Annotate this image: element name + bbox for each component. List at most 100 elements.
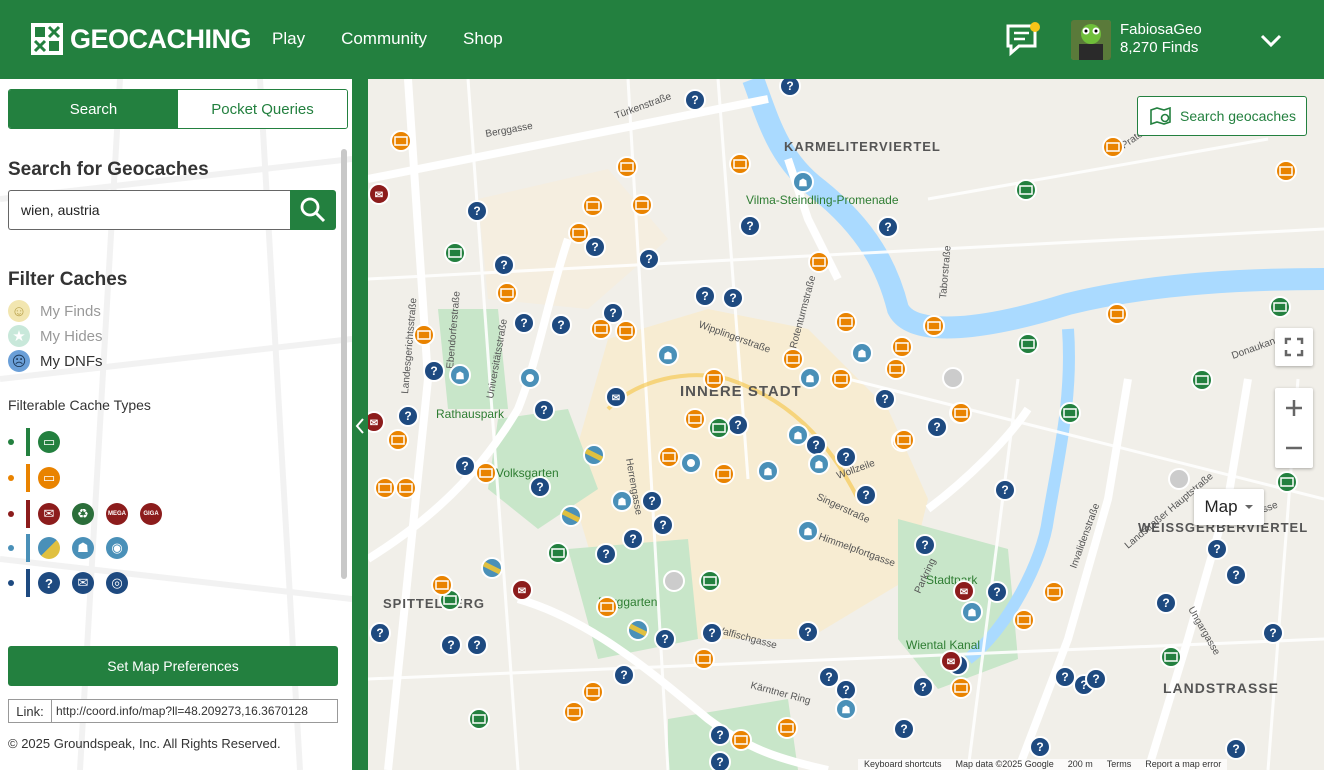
mega-event-icon[interactable]: MEGA: [106, 503, 128, 525]
multi-cache-marker[interactable]: [835, 311, 857, 333]
mystery-cache-marker[interactable]: ?: [1085, 668, 1107, 690]
map-canvas[interactable]: KARMELITERVIERTEL INNERE STADT WEISSGERB…: [368, 79, 1324, 770]
earthcache-marker[interactable]: [560, 505, 582, 527]
webcam-cache-icon[interactable]: ◉: [106, 537, 128, 559]
sidebar-collapse-bar[interactable]: [352, 79, 368, 770]
traditional-cache-marker[interactable]: [1160, 646, 1182, 668]
earthcache-icon[interactable]: [38, 537, 60, 559]
virtual-cache-marker[interactable]: ☗: [799, 367, 821, 389]
multi-cache-marker[interactable]: [885, 358, 907, 380]
virtual-cache-icon[interactable]: ☗: [72, 537, 94, 559]
mystery-cache-marker[interactable]: ?: [805, 434, 827, 456]
multi-cache-marker[interactable]: [568, 222, 590, 244]
virtual-cache-marker[interactable]: ☗: [449, 364, 471, 386]
mystery-cache-marker[interactable]: ?: [694, 285, 716, 307]
mystery-cache-marker[interactable]: ?: [912, 676, 934, 698]
giga-event-icon[interactable]: GIGA: [140, 503, 162, 525]
multi-cache-marker[interactable]: [703, 368, 725, 390]
event-cache-marker[interactable]: ✉: [940, 650, 962, 672]
traditional-cache-marker[interactable]: [547, 542, 569, 564]
virtual-cache-marker[interactable]: ☗: [851, 342, 873, 364]
mystery-cache-marker[interactable]: ?: [550, 314, 572, 336]
multi-cache-marker[interactable]: [413, 324, 435, 346]
mystery-cache-marker[interactable]: ?: [654, 628, 676, 650]
search-input[interactable]: [8, 190, 291, 230]
multi-cache-marker[interactable]: [1102, 136, 1124, 158]
virtual-cache-marker[interactable]: ☗: [961, 601, 983, 623]
map-type-selector[interactable]: Map: [1194, 489, 1264, 525]
mystery-cache-marker[interactable]: ?: [709, 724, 731, 746]
multi-cache-marker[interactable]: [615, 320, 637, 342]
mystery-cache-marker[interactable]: ?: [797, 621, 819, 643]
multi-cache-marker[interactable]: [631, 194, 653, 216]
multi-cache-marker[interactable]: [475, 462, 497, 484]
mystery-cache-marker[interactable]: ?: [893, 718, 915, 740]
mystery-cache-marker[interactable]: ?: [727, 414, 749, 436]
multi-cache-marker[interactable]: [590, 318, 612, 340]
chevron-left-icon[interactable]: [355, 417, 365, 435]
mystery-cache-marker[interactable]: ?: [877, 216, 899, 238]
letterbox-cache-icon[interactable]: ✉: [72, 572, 94, 594]
mystery-cache-marker[interactable]: ?: [652, 514, 674, 536]
mystery-cache-marker[interactable]: ?: [454, 455, 476, 477]
multi-cache-marker[interactable]: [729, 153, 751, 175]
mystery-cache-icon[interactable]: ?: [38, 572, 60, 594]
filter-my-hides[interactable]: ★ My Hides: [8, 325, 103, 347]
multi-cache-marker[interactable]: [395, 477, 417, 499]
multi-cache-marker[interactable]: [1106, 303, 1128, 325]
mystery-cache-marker[interactable]: ?: [926, 416, 948, 438]
mystery-cache-marker[interactable]: ?: [739, 215, 761, 237]
nav-play[interactable]: Play: [272, 29, 305, 49]
mystery-cache-marker[interactable]: ?: [638, 248, 660, 270]
multi-cache-marker[interactable]: [693, 648, 715, 670]
virtual-cache-marker[interactable]: ☗: [835, 698, 857, 720]
multi-cache-marker[interactable]: [582, 681, 604, 703]
traditional-cache-marker[interactable]: [699, 570, 721, 592]
multi-cache-marker[interactable]: [808, 251, 830, 273]
avatar[interactable]: [1071, 20, 1111, 60]
mystery-cache-marker[interactable]: ?: [1029, 736, 1051, 758]
disabled-cache-marker[interactable]: [663, 570, 685, 592]
zoom-out-icon[interactable]: [1284, 438, 1304, 458]
wherigo-cache-icon[interactable]: ◎: [106, 572, 128, 594]
mystery-cache-marker[interactable]: ?: [1262, 622, 1284, 644]
virtual-cache-marker[interactable]: ☗: [787, 424, 809, 446]
multi-cache-marker[interactable]: [891, 336, 913, 358]
chevron-down-icon[interactable]: [1258, 27, 1284, 53]
mystery-cache-marker[interactable]: ?: [397, 405, 419, 427]
virtual-cache-marker[interactable]: ☗: [792, 171, 814, 193]
disabled-cache-marker[interactable]: [1168, 468, 1190, 490]
webcam-cache-marker[interactable]: [519, 367, 541, 389]
virtual-cache-marker[interactable]: ☗: [797, 520, 819, 542]
multi-cache-marker[interactable]: [596, 596, 618, 618]
event-cache-icon[interactable]: ✉: [38, 503, 60, 525]
multi-cache-marker[interactable]: [782, 348, 804, 370]
earthcache-marker[interactable]: [627, 619, 649, 641]
cito-event-icon[interactable]: ♻: [72, 503, 94, 525]
traditional-cache-marker[interactable]: [1269, 296, 1291, 318]
letterbox-cache-marker[interactable]: ✉: [605, 386, 627, 408]
multi-cache-marker[interactable]: [658, 446, 680, 468]
traditional-cache-marker[interactable]: [1276, 471, 1298, 493]
multi-cache-marker[interactable]: [923, 315, 945, 337]
multi-cache-marker[interactable]: [387, 429, 409, 451]
messages-icon[interactable]: [1005, 22, 1043, 58]
mystery-cache-marker[interactable]: ?: [595, 543, 617, 565]
mystery-cache-marker[interactable]: ?: [1225, 738, 1247, 760]
traditional-cache-marker[interactable]: [1017, 333, 1039, 355]
search-geocaches-button[interactable]: Search geocaches: [1137, 96, 1307, 136]
report-error-link[interactable]: Report a map error: [1145, 759, 1221, 770]
webcam-cache-marker[interactable]: [680, 452, 702, 474]
multi-cache-marker[interactable]: [563, 701, 585, 723]
virtual-cache-marker[interactable]: ☗: [657, 344, 679, 366]
mystery-cache-marker[interactable]: ?: [529, 476, 551, 498]
multi-cache-marker[interactable]: [713, 463, 735, 485]
mystery-cache-marker[interactable]: ?: [1155, 592, 1177, 614]
filter-my-dnfs[interactable]: ☹ My DNFs: [8, 350, 103, 372]
mystery-cache-marker[interactable]: ?: [994, 479, 1016, 501]
mystery-cache-marker[interactable]: ?: [1054, 666, 1076, 688]
zoom-in-icon[interactable]: [1284, 398, 1304, 418]
mystery-cache-marker[interactable]: ?: [533, 399, 555, 421]
mystery-cache-marker[interactable]: ?: [622, 528, 644, 550]
mystery-cache-marker[interactable]: ?: [1225, 564, 1247, 586]
